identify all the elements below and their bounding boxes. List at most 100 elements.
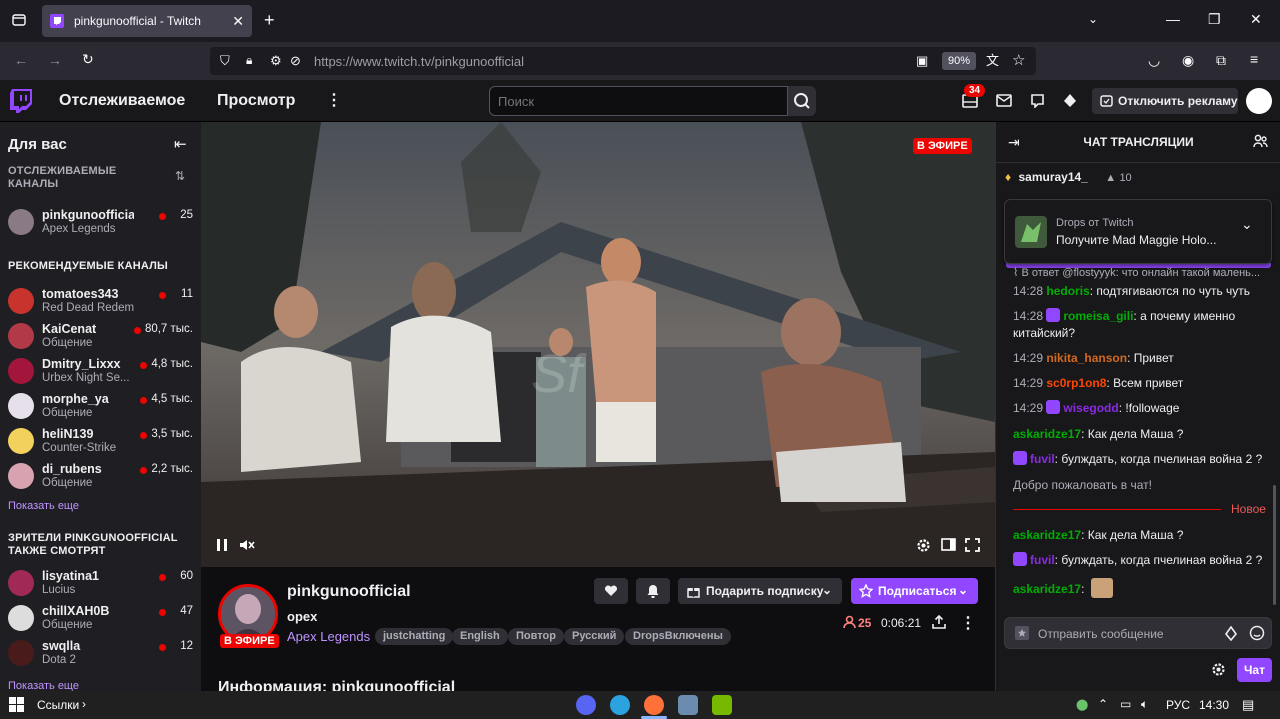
- msg-user[interactable]: wisegodd: [1063, 401, 1118, 415]
- user-avatar[interactable]: [1246, 88, 1272, 114]
- bookmark-star-icon[interactable]: ☆: [1012, 53, 1025, 68]
- msg-user[interactable]: askaridze17: [1013, 582, 1081, 596]
- tracking-blocked-icon[interactable]: ⊘: [290, 54, 301, 67]
- streamer-name[interactable]: pinkgunoofficial: [287, 583, 411, 601]
- fullscreen-icon[interactable]: [965, 538, 980, 552]
- more-options-icon[interactable]: ⋮: [960, 613, 976, 633]
- chat-message[interactable]: fuvil: булждать, когда пчелиная война 2 …: [1013, 552, 1271, 569]
- drops-card[interactable]: Drops от Twitch Получите Mad Maggie Holo…: [1004, 199, 1272, 264]
- emote-picker-icon[interactable]: [1249, 625, 1265, 641]
- firefox-icon[interactable]: [644, 695, 664, 715]
- chat-message[interactable]: askaridze17:: [1013, 578, 1271, 598]
- nav-following[interactable]: Отслеживаемое: [59, 92, 185, 110]
- sort-icon[interactable]: ⇅: [175, 169, 185, 183]
- back-icon[interactable]: ←: [14, 53, 28, 67]
- chat-message[interactable]: askaridze17: Как дела Маша ?: [1013, 426, 1271, 443]
- follow-heart-button[interactable]: [594, 578, 628, 604]
- browser-tab[interactable]: pinkgunoofficial - Twitch ✕: [42, 5, 252, 37]
- list-tabs-icon[interactable]: ⌄: [1088, 13, 1098, 25]
- msg-user[interactable]: fuvil: [1030, 452, 1055, 466]
- search-button[interactable]: [788, 86, 816, 116]
- reload-icon[interactable]: ↻: [82, 52, 94, 66]
- keyboard-language[interactable]: РУС: [1166, 698, 1190, 712]
- new-tab-icon[interactable]: +: [264, 11, 275, 29]
- chevron-down-icon[interactable]: ⌄: [1241, 216, 1253, 233]
- chat-message-input[interactable]: Отправить сообщение: [1004, 617, 1272, 649]
- pocket-icon[interactable]: ◡: [1148, 53, 1160, 67]
- tag-english[interactable]: English: [452, 628, 508, 645]
- msg-user[interactable]: romeisa_gili: [1063, 309, 1133, 323]
- chat-message[interactable]: 14:28 romeisa_gili: а почему именно кита…: [1013, 308, 1271, 342]
- chat-message[interactable]: 14:29 sc0rp1on8: Всем привет: [1013, 375, 1271, 392]
- lock-icon[interactable]: 🔒︎: [246, 54, 252, 66]
- sidebar-channel-dmitry-lixxx[interactable]: Dmitry_Lixxx Urbex Night Se... 4,8 тыс.: [0, 354, 201, 389]
- forward-icon[interactable]: →: [48, 53, 62, 67]
- pause-icon[interactable]: [215, 538, 229, 552]
- subscribe-button[interactable]: Подписаться ⌄: [851, 578, 978, 604]
- chevron-right-icon[interactable]: ›: [82, 697, 86, 711]
- chat-message[interactable]: askaridze17: Как дела Маша ?: [1013, 527, 1271, 544]
- share-icon[interactable]: [932, 615, 946, 629]
- video-player[interactable]: Sf: [201, 122, 995, 567]
- pinned-leaderboard[interactable]: ♦ samuray14_ ▲ 10: [1005, 170, 1132, 184]
- nvidia-icon[interactable]: [712, 695, 732, 715]
- chat-badge-icon[interactable]: [1014, 625, 1030, 641]
- notifications-bell-button[interactable]: [636, 578, 670, 604]
- more-options-icon[interactable]: ⋮: [326, 90, 342, 110]
- tray-chevron-icon[interactable]: ⌃: [1098, 697, 1108, 711]
- tag-povtor[interactable]: Повтор: [508, 628, 564, 645]
- collapse-sidebar-icon[interactable]: ⇤: [174, 135, 187, 153]
- windows-start-icon[interactable]: [9, 697, 24, 712]
- sidebar-channel-kaicenat[interactable]: KaiCenat Общение 80,7 тыс.: [0, 319, 201, 354]
- chat-message[interactable]: 14:29 wisegodd: !followage: [1013, 400, 1271, 417]
- msg-user[interactable]: askaridze17: [1013, 427, 1081, 441]
- minimize-icon[interactable]: —: [1166, 12, 1180, 26]
- links-toolbar[interactable]: Ссылки: [37, 698, 79, 712]
- sidebar-channel-chillxah0b[interactable]: chillXAH0B Общение 47: [0, 601, 201, 636]
- url-text[interactable]: https://www.twitch.tv/pinkgunoofficial: [314, 54, 524, 69]
- chat-settings-gear-icon[interactable]: [1211, 662, 1226, 677]
- account-icon[interactable]: ◉: [1182, 53, 1194, 67]
- community-icon[interactable]: [1253, 134, 1268, 148]
- reader-view-icon[interactable]: ▣: [916, 54, 928, 67]
- disable-ads-button[interactable]: Отключить рекламу: [1092, 88, 1238, 114]
- nav-browse[interactable]: Просмотр: [217, 92, 295, 110]
- whispers-icon[interactable]: [996, 94, 1012, 107]
- theatre-mode-icon[interactable]: [941, 538, 956, 551]
- chat-message[interactable]: 14:29 nikita_hanson: Привет: [1013, 350, 1271, 367]
- chat-message[interactable]: fuvil: булждать, когда пчелиная война 2 …: [1013, 451, 1271, 468]
- tag-russkiy[interactable]: Русский: [564, 628, 625, 645]
- discord-icon[interactable]: [576, 695, 596, 715]
- chat-scrollbar[interactable]: [1273, 485, 1276, 605]
- show-more-also-watch-link[interactable]: Показать еще: [8, 680, 79, 691]
- bits-icon[interactable]: [1224, 626, 1238, 641]
- sidebar-channel-tomatoes343[interactable]: tomatoes343 Red Dead Redempt... 11: [0, 284, 201, 319]
- mute-icon[interactable]: [239, 538, 255, 552]
- tab-overview-icon[interactable]: [12, 13, 26, 27]
- photo-app-icon[interactable]: [678, 695, 698, 715]
- twitch-logo-icon[interactable]: [10, 89, 32, 113]
- sidebar-channel-helin139[interactable]: heliN139 Counter-Strike 3,5 тыс.: [0, 424, 201, 459]
- tray-app-icon[interactable]: ⬤: [1076, 698, 1088, 711]
- search-input[interactable]: [489, 86, 788, 116]
- maximize-icon[interactable]: ❐: [1208, 12, 1221, 26]
- sidebar-channel-pinkgunoofficial[interactable]: pinkgunoofficial Apex Legends 25: [0, 205, 201, 240]
- msg-user[interactable]: sc0rp1on8: [1046, 376, 1106, 390]
- translate-icon[interactable]: 文: [986, 54, 999, 67]
- gift-sub-button[interactable]: Подарить подписку ⌄: [678, 578, 842, 604]
- telegram-icon[interactable]: [610, 695, 630, 715]
- sidebar-channel-di-rubens[interactable]: di_rubens Общение 2,2 тыс.: [0, 459, 201, 494]
- shield-icon[interactable]: ⛉: [220, 54, 230, 67]
- volume-icon[interactable]: 🔈︎: [1141, 697, 1148, 712]
- msg-user[interactable]: nikita_hanson: [1046, 351, 1127, 365]
- chat-send-button[interactable]: Чат: [1237, 658, 1272, 682]
- msg-user[interactable]: askaridze17: [1013, 528, 1081, 542]
- sidebar-channel-morphe-ya[interactable]: morphe_ya Общение 4,5 тыс.: [0, 389, 201, 424]
- msg-user[interactable]: fuvil: [1030, 553, 1055, 567]
- clock-time[interactable]: 14:30: [1199, 698, 1229, 712]
- sidebar-channel-lisyatina1[interactable]: lisyatina1 Lucius 60: [0, 566, 201, 601]
- tag-justchatting[interactable]: justchatting: [375, 628, 454, 645]
- menu-icon[interactable]: ≡: [1250, 52, 1258, 66]
- extensions-icon[interactable]: ⧉: [1216, 53, 1226, 67]
- prime-crown-icon[interactable]: [1063, 93, 1077, 108]
